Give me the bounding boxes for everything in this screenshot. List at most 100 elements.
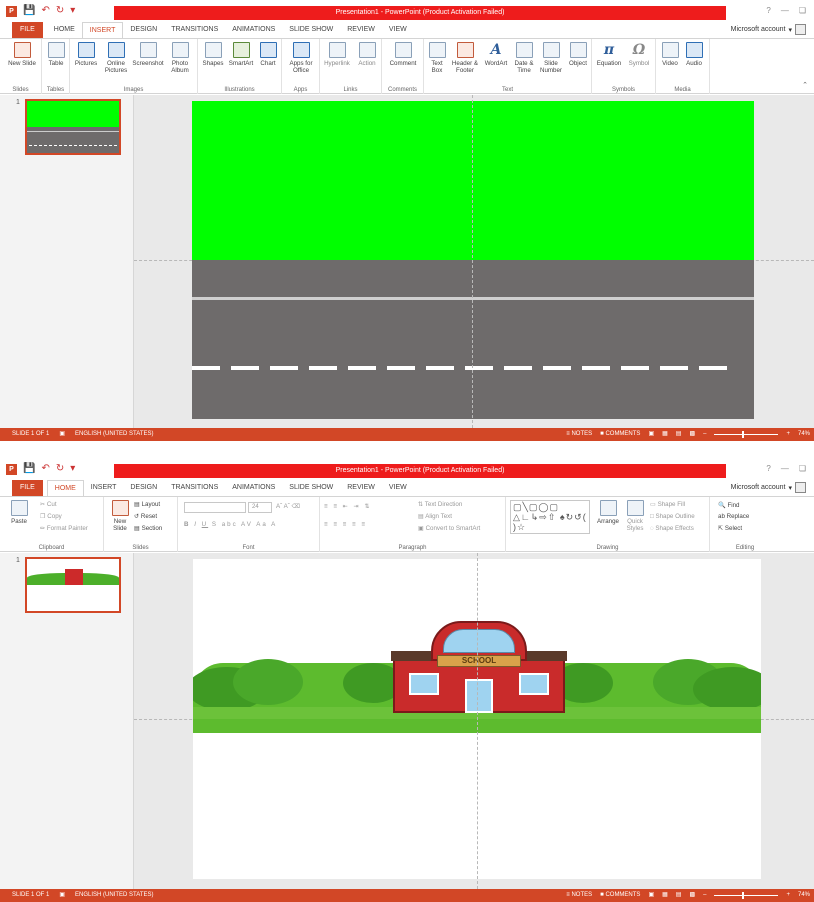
slide-number-button[interactable]: Slide Number bbox=[538, 42, 564, 74]
tab-review[interactable]: REVIEW bbox=[340, 480, 382, 496]
tab-file[interactable]: FILE bbox=[12, 22, 43, 38]
chart-button[interactable]: Chart bbox=[257, 42, 279, 67]
align-text-button[interactable]: ▤ Align Text bbox=[418, 513, 452, 520]
shape-fill-button[interactable]: ▭ Shape Fill bbox=[650, 501, 685, 508]
section-button[interactable]: ▤ Section bbox=[134, 525, 162, 532]
redo-icon[interactable]: ↻ bbox=[56, 463, 64, 475]
tab-transitions[interactable]: TRANSITIONS bbox=[164, 22, 225, 38]
equation-button[interactable]: π Equation bbox=[594, 42, 624, 67]
convert-smartart-button[interactable]: ▣ Convert to SmartArt bbox=[418, 525, 480, 532]
normal-view-icon[interactable]: ▣ bbox=[648, 428, 654, 441]
font-format-buttons[interactable]: B I U S abc AV Aa A bbox=[184, 521, 277, 528]
tab-file[interactable]: FILE bbox=[12, 480, 43, 496]
new-slide-button[interactable]: New Slide bbox=[108, 500, 132, 532]
help-icon[interactable]: ? bbox=[766, 6, 770, 15]
tab-home[interactable]: HOME bbox=[47, 22, 82, 38]
slideshow-icon[interactable]: ▩ bbox=[689, 889, 695, 902]
select-button[interactable]: ⇱ Select bbox=[718, 525, 742, 532]
format-painter-button[interactable]: ✏ Format Painter bbox=[40, 525, 88, 532]
copy-button[interactable]: ❐ Copy bbox=[40, 513, 62, 520]
quick-styles-button[interactable]: Quick Styles bbox=[622, 500, 648, 532]
new-slide-button[interactable]: New Slide bbox=[8, 42, 36, 67]
hyperlink-button[interactable]: Hyperlink bbox=[322, 42, 352, 67]
slide-thumbnail[interactable] bbox=[25, 557, 121, 613]
slide-canvas[interactable] bbox=[192, 101, 754, 419]
language[interactable]: ENGLISH (UNITED STATES) bbox=[75, 428, 153, 441]
slideshow-icon[interactable]: ▩ bbox=[689, 428, 695, 441]
cut-button[interactable]: ✂ Cut bbox=[40, 501, 57, 508]
tab-animations[interactable]: ANIMATIONS bbox=[225, 22, 282, 38]
save-icon[interactable]: 💾 bbox=[23, 463, 35, 475]
shapes-gallery[interactable]: ▢╲▢◯▢ △∟↳⇨⇧ ♠↻↺( )☆ bbox=[510, 500, 590, 534]
shape-outline-button[interactable]: □ Shape Outline bbox=[650, 513, 695, 520]
action-button[interactable]: Action bbox=[354, 42, 380, 67]
symbol-button[interactable]: Ω Symbol bbox=[626, 42, 652, 67]
grass-rectangle[interactable] bbox=[192, 101, 754, 260]
zoom-in-icon[interactable]: + bbox=[786, 889, 790, 902]
header-footer-button[interactable]: Header & Footer bbox=[450, 42, 480, 74]
tab-slide-show[interactable]: SLIDE SHOW bbox=[282, 480, 340, 496]
video-button[interactable]: Video bbox=[659, 42, 681, 67]
zoom-slider[interactable] bbox=[714, 431, 779, 438]
minimize-icon[interactable]: — bbox=[781, 6, 789, 15]
list-indent-buttons[interactable]: ≡ ≡ ⇤ ⇥ ⇅ bbox=[324, 503, 372, 510]
reset-button[interactable]: ↺ Reset bbox=[134, 513, 157, 520]
tab-insert[interactable]: INSERT bbox=[84, 480, 124, 496]
audio-button[interactable]: Audio bbox=[683, 42, 705, 67]
zoom-in-icon[interactable]: + bbox=[786, 428, 790, 441]
undo-icon[interactable]: ↶ bbox=[41, 463, 49, 475]
customize-qat-icon[interactable]: ▾ bbox=[70, 5, 75, 17]
tab-transitions[interactable]: TRANSITIONS bbox=[164, 480, 225, 496]
comments-button[interactable]: ■ COMMENTS bbox=[600, 889, 640, 902]
zoom-out-icon[interactable]: – bbox=[703, 428, 706, 441]
customize-qat-icon[interactable]: ▾ bbox=[70, 463, 75, 475]
find-button[interactable]: 🔍 Find bbox=[718, 501, 739, 509]
language[interactable]: ENGLISH (UNITED STATES) bbox=[75, 889, 153, 902]
tab-view[interactable]: VIEW bbox=[382, 480, 414, 496]
tab-design[interactable]: DESIGN bbox=[123, 480, 164, 496]
slide-sorter-icon[interactable]: ▦ bbox=[662, 889, 668, 902]
object-button[interactable]: Object bbox=[566, 42, 590, 67]
tab-review[interactable]: REVIEW bbox=[340, 22, 382, 38]
paste-button[interactable]: Paste bbox=[6, 500, 32, 525]
text-direction-button[interactable]: ⇅ Text Direction bbox=[418, 501, 462, 508]
restore-icon[interactable]: ❏ bbox=[799, 6, 806, 15]
tab-view[interactable]: VIEW bbox=[382, 22, 414, 38]
notes-button[interactable]: ≡ NOTES bbox=[566, 428, 592, 441]
slide-thumbnail[interactable] bbox=[25, 99, 121, 155]
help-icon[interactable]: ? bbox=[766, 464, 770, 473]
zoom-slider-handle[interactable] bbox=[742, 892, 745, 899]
tab-home[interactable]: HOME bbox=[46, 480, 84, 496]
spellcheck-icon[interactable]: ▣ bbox=[59, 889, 65, 902]
normal-view-icon[interactable]: ▣ bbox=[648, 889, 654, 902]
tab-design[interactable]: DESIGN bbox=[123, 22, 164, 38]
pictures-button[interactable]: Pictures bbox=[72, 42, 100, 67]
zoom-level[interactable]: 74% bbox=[798, 889, 810, 902]
road-rectangle[interactable] bbox=[192, 260, 754, 419]
road-edge-line[interactable] bbox=[192, 297, 754, 300]
zoom-level[interactable]: 74% bbox=[798, 428, 810, 441]
notes-button[interactable]: ≡ NOTES bbox=[566, 889, 592, 902]
font-name-input[interactable] bbox=[184, 502, 246, 513]
comment-button[interactable]: Comment bbox=[386, 42, 420, 67]
layout-button[interactable]: ▤ Layout bbox=[134, 501, 160, 508]
reading-view-icon[interactable]: ▤ bbox=[676, 889, 682, 902]
save-icon[interactable]: 💾 bbox=[23, 5, 35, 17]
slide-sorter-icon[interactable]: ▦ bbox=[662, 428, 668, 441]
alignment-buttons[interactable]: ≡ ≡ ≡ ≡ ≡ bbox=[324, 521, 367, 528]
tab-slide-show[interactable]: SLIDE SHOW bbox=[282, 22, 340, 38]
zoom-slider-handle[interactable] bbox=[742, 431, 745, 438]
date-time-button[interactable]: Date & Time bbox=[512, 42, 536, 74]
zoom-out-icon[interactable]: – bbox=[703, 889, 706, 902]
apps-for-office-button[interactable]: Apps for Office bbox=[286, 42, 316, 74]
restore-icon[interactable]: ❏ bbox=[799, 464, 806, 473]
text-box-button[interactable]: Text Box bbox=[426, 42, 448, 74]
minimize-icon[interactable]: — bbox=[781, 464, 789, 473]
font-size-input[interactable]: 24 bbox=[248, 502, 272, 513]
online-pictures-button[interactable]: Online Pictures bbox=[102, 42, 130, 74]
replace-button[interactable]: ab Replace bbox=[718, 513, 749, 520]
zoom-slider[interactable] bbox=[714, 892, 779, 899]
screenshot-button[interactable]: Screenshot bbox=[132, 42, 164, 67]
reading-view-icon[interactable]: ▤ bbox=[676, 428, 682, 441]
smartart-button[interactable]: SmartArt bbox=[226, 42, 256, 67]
